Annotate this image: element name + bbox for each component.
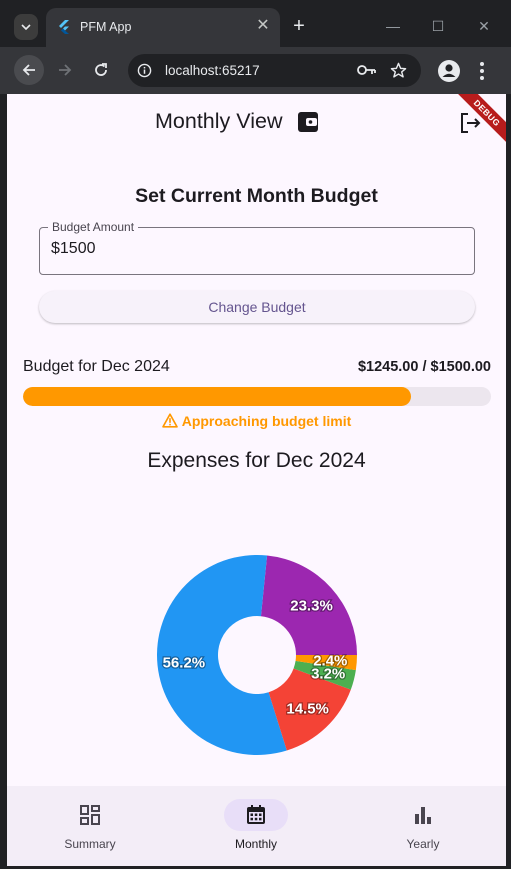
- dashboard-icon: [80, 805, 100, 825]
- nav-yearly[interactable]: Yearly: [340, 786, 506, 866]
- forward-button[interactable]: [50, 55, 80, 85]
- nav-monthly-label: Monthly: [234, 837, 278, 851]
- donut-slice-label-2: 14.5%: [286, 700, 329, 717]
- menu-button[interactable]: [477, 60, 487, 82]
- person-icon: [438, 60, 460, 82]
- donut-slice-label-0: 23.3%: [290, 598, 333, 615]
- chevron-down-icon: [21, 24, 31, 30]
- url-text: localhost:65217: [165, 63, 260, 78]
- tab-search-button[interactable]: [14, 14, 38, 40]
- reload-button[interactable]: [86, 55, 116, 85]
- star-icon[interactable]: [390, 62, 407, 79]
- nav-monthly-indicator: [224, 799, 288, 831]
- donut-slice-label-1: 56.2%: [163, 654, 206, 671]
- browser-toolbar: localhost:65217: [0, 47, 511, 94]
- plus-icon[interactable]: +: [289, 14, 309, 38]
- minimize-icon[interactable]: —: [381, 14, 405, 38]
- browser-tab[interactable]: PFM App ✕: [46, 8, 280, 47]
- site-info-icon[interactable]: [137, 63, 152, 78]
- nav-monthly[interactable]: Monthly: [173, 786, 339, 866]
- reload-icon: [95, 63, 107, 76]
- window-edge-right: [506, 94, 511, 869]
- tab-title: PFM App: [80, 20, 132, 34]
- arrow-right-icon: [59, 64, 72, 76]
- nav-summary-label: Summary: [64, 837, 116, 851]
- nav-summary-indicator: [58, 799, 122, 831]
- window-close-icon[interactable]: ✕: [472, 14, 496, 38]
- arrow-left-icon: [22, 64, 35, 76]
- bottom-navigation: Summary Monthly Yearly: [7, 786, 506, 866]
- address-bar[interactable]: localhost:65217: [128, 54, 421, 87]
- calendar-icon: [247, 805, 265, 824]
- app-page: Monthly View DEBUG Set Current Month Bud…: [7, 94, 506, 866]
- more-vert-icon: [480, 62, 484, 80]
- donut-slice-label-4: 2.4%: [313, 653, 347, 670]
- nav-summary[interactable]: Summary: [7, 786, 173, 866]
- key-icon[interactable]: [357, 63, 377, 77]
- nav-yearly-label: Yearly: [406, 837, 440, 851]
- nav-yearly-indicator: [391, 799, 455, 831]
- back-button[interactable]: [14, 55, 44, 85]
- profile-button[interactable]: [437, 59, 461, 83]
- close-icon[interactable]: ✕: [254, 17, 272, 35]
- flutter-icon: [59, 20, 69, 34]
- browser-titlebar: PFM App ✕ + — ☐ ✕: [0, 0, 511, 47]
- bar-chart-icon: [415, 807, 431, 824]
- expenses-donut-chart: 23.3%56.2%14.5%3.2%2.4%: [156, 555, 357, 755]
- maximize-icon[interactable]: ☐: [426, 14, 450, 38]
